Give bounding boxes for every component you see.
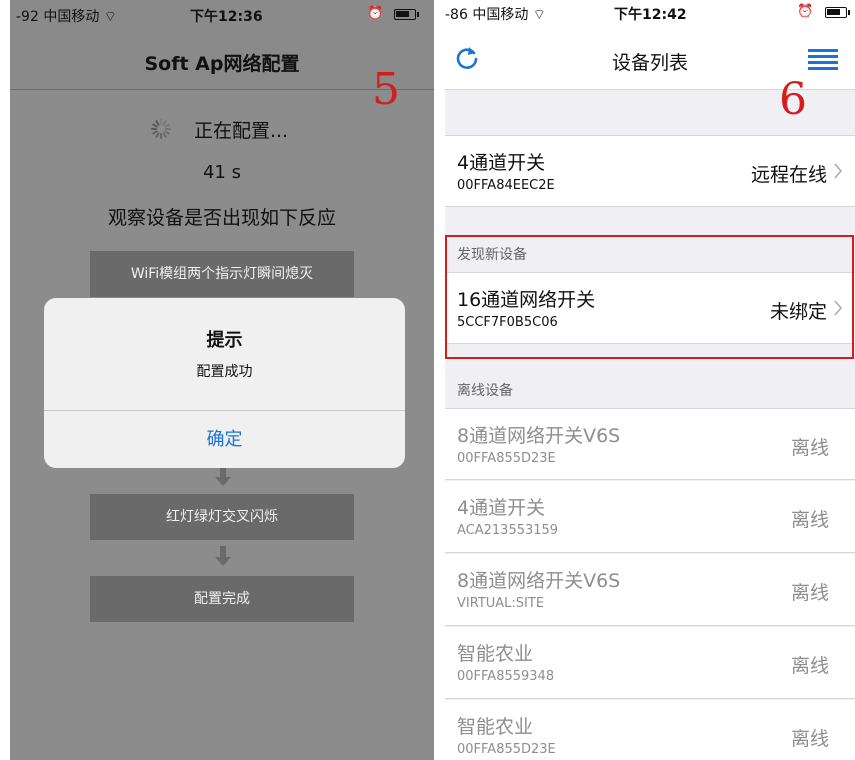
step-number-badge: 5 bbox=[372, 64, 400, 115]
wifi-icon: ⌔ bbox=[103, 9, 117, 25]
device-id: VIRTUAL:SITE bbox=[457, 596, 545, 611]
device-name: 智能农业 bbox=[457, 716, 534, 738]
arrow-down-icon bbox=[215, 466, 231, 488]
device-status: 离线 bbox=[790, 509, 829, 531]
device-name: 8通道网络开关V6S bbox=[457, 425, 621, 447]
step-leds-off: WiFi模组两个指示灯瞬间熄灭 bbox=[90, 251, 354, 297]
status-bar: -86 中国移动 ⌔ 下午12:42 ⏰ bbox=[445, 0, 855, 24]
device-status: 离线 bbox=[790, 437, 829, 459]
device-name: 8通道网络开关V6S bbox=[457, 570, 621, 592]
status-time: 下午12:36 bbox=[190, 9, 263, 25]
left-phone-screen: -92 中国移动 ⌔ 下午12:36 ⏰ Soft Ap网络配置 正在配置...… bbox=[10, 0, 434, 760]
battery-icon bbox=[394, 9, 419, 20]
alarm-icon: ⏰ bbox=[367, 6, 384, 21]
wifi-icon: ⌔ bbox=[532, 7, 546, 23]
status-time: 下午12:42 bbox=[614, 7, 687, 23]
step-number-badge: 6 bbox=[779, 74, 807, 125]
battery-icon bbox=[825, 7, 850, 18]
carrier-label: -86 中国移动 ⌔ bbox=[445, 7, 546, 23]
step-config-complete: 配置完成 bbox=[90, 576, 354, 622]
device-name: 4通道开关 bbox=[457, 497, 546, 519]
section-header-offline-devices: 离线设备 bbox=[457, 383, 513, 399]
device-name: 智能农业 bbox=[457, 643, 534, 665]
page-title: Soft Ap网络配置 bbox=[144, 53, 300, 75]
device-name: 4通道开关 bbox=[457, 152, 546, 174]
alarm-icon: ⏰ bbox=[797, 4, 814, 19]
alert-title: 提示 bbox=[206, 330, 243, 351]
chevron-right-icon bbox=[834, 163, 842, 179]
countdown-timer: 41 s bbox=[202, 162, 241, 183]
device-status: 离线 bbox=[790, 728, 829, 750]
status-bar: -92 中国移动 ⌔ 下午12:36 ⏰ bbox=[10, 0, 434, 30]
device-id: 00FFA855D23E bbox=[457, 451, 556, 466]
carrier-label: -92 中国移动 ⌔ bbox=[16, 9, 117, 25]
device-id: ACA213553159 bbox=[457, 523, 559, 538]
device-id: 00FFA855D23E bbox=[457, 742, 556, 757]
device-status: 离线 bbox=[790, 655, 829, 677]
device-status: 远程在线 bbox=[750, 164, 827, 186]
instruction-text: 观察设备是否出现如下反应 bbox=[107, 207, 336, 229]
device-row-online[interactable]: 4通道开关 00FFA84EEC2E 远程在线 bbox=[445, 135, 855, 207]
arrow-down-icon bbox=[215, 546, 231, 568]
device-row-offline[interactable]: 8通道网络开关V6S 00FFA855D23E 离线 bbox=[445, 408, 855, 480]
page-title: 设备列表 bbox=[611, 52, 688, 74]
confirm-button[interactable]: 确定 bbox=[44, 411, 405, 468]
device-row-offline[interactable]: 智能农业 00FFA855D23E 离线 bbox=[445, 700, 855, 760]
configuring-status: 正在配置... bbox=[193, 120, 289, 142]
alert-message: 配置成功 bbox=[196, 364, 253, 380]
step-leds-flashing: 红灯绿灯交叉闪烁 bbox=[90, 494, 354, 540]
device-row-offline[interactable]: 智能农业 00FFA8559348 离线 bbox=[445, 627, 855, 699]
device-id: 00FFA84EEC2E bbox=[457, 178, 555, 193]
device-id: 00FFA8559348 bbox=[457, 669, 555, 684]
device-row-offline[interactable]: 4通道开关 ACA213553159 离线 bbox=[445, 481, 855, 553]
menu-icon[interactable] bbox=[808, 49, 838, 71]
device-row-offline[interactable]: 8通道网络开关V6S VIRTUAL:SITE 离线 bbox=[445, 554, 855, 626]
device-status: 离线 bbox=[790, 582, 829, 604]
nav-bar: Soft Ap网络配置 bbox=[10, 30, 434, 90]
alert-dialog: 提示 配置成功 确定 bbox=[44, 298, 405, 468]
highlight-box bbox=[445, 235, 854, 359]
